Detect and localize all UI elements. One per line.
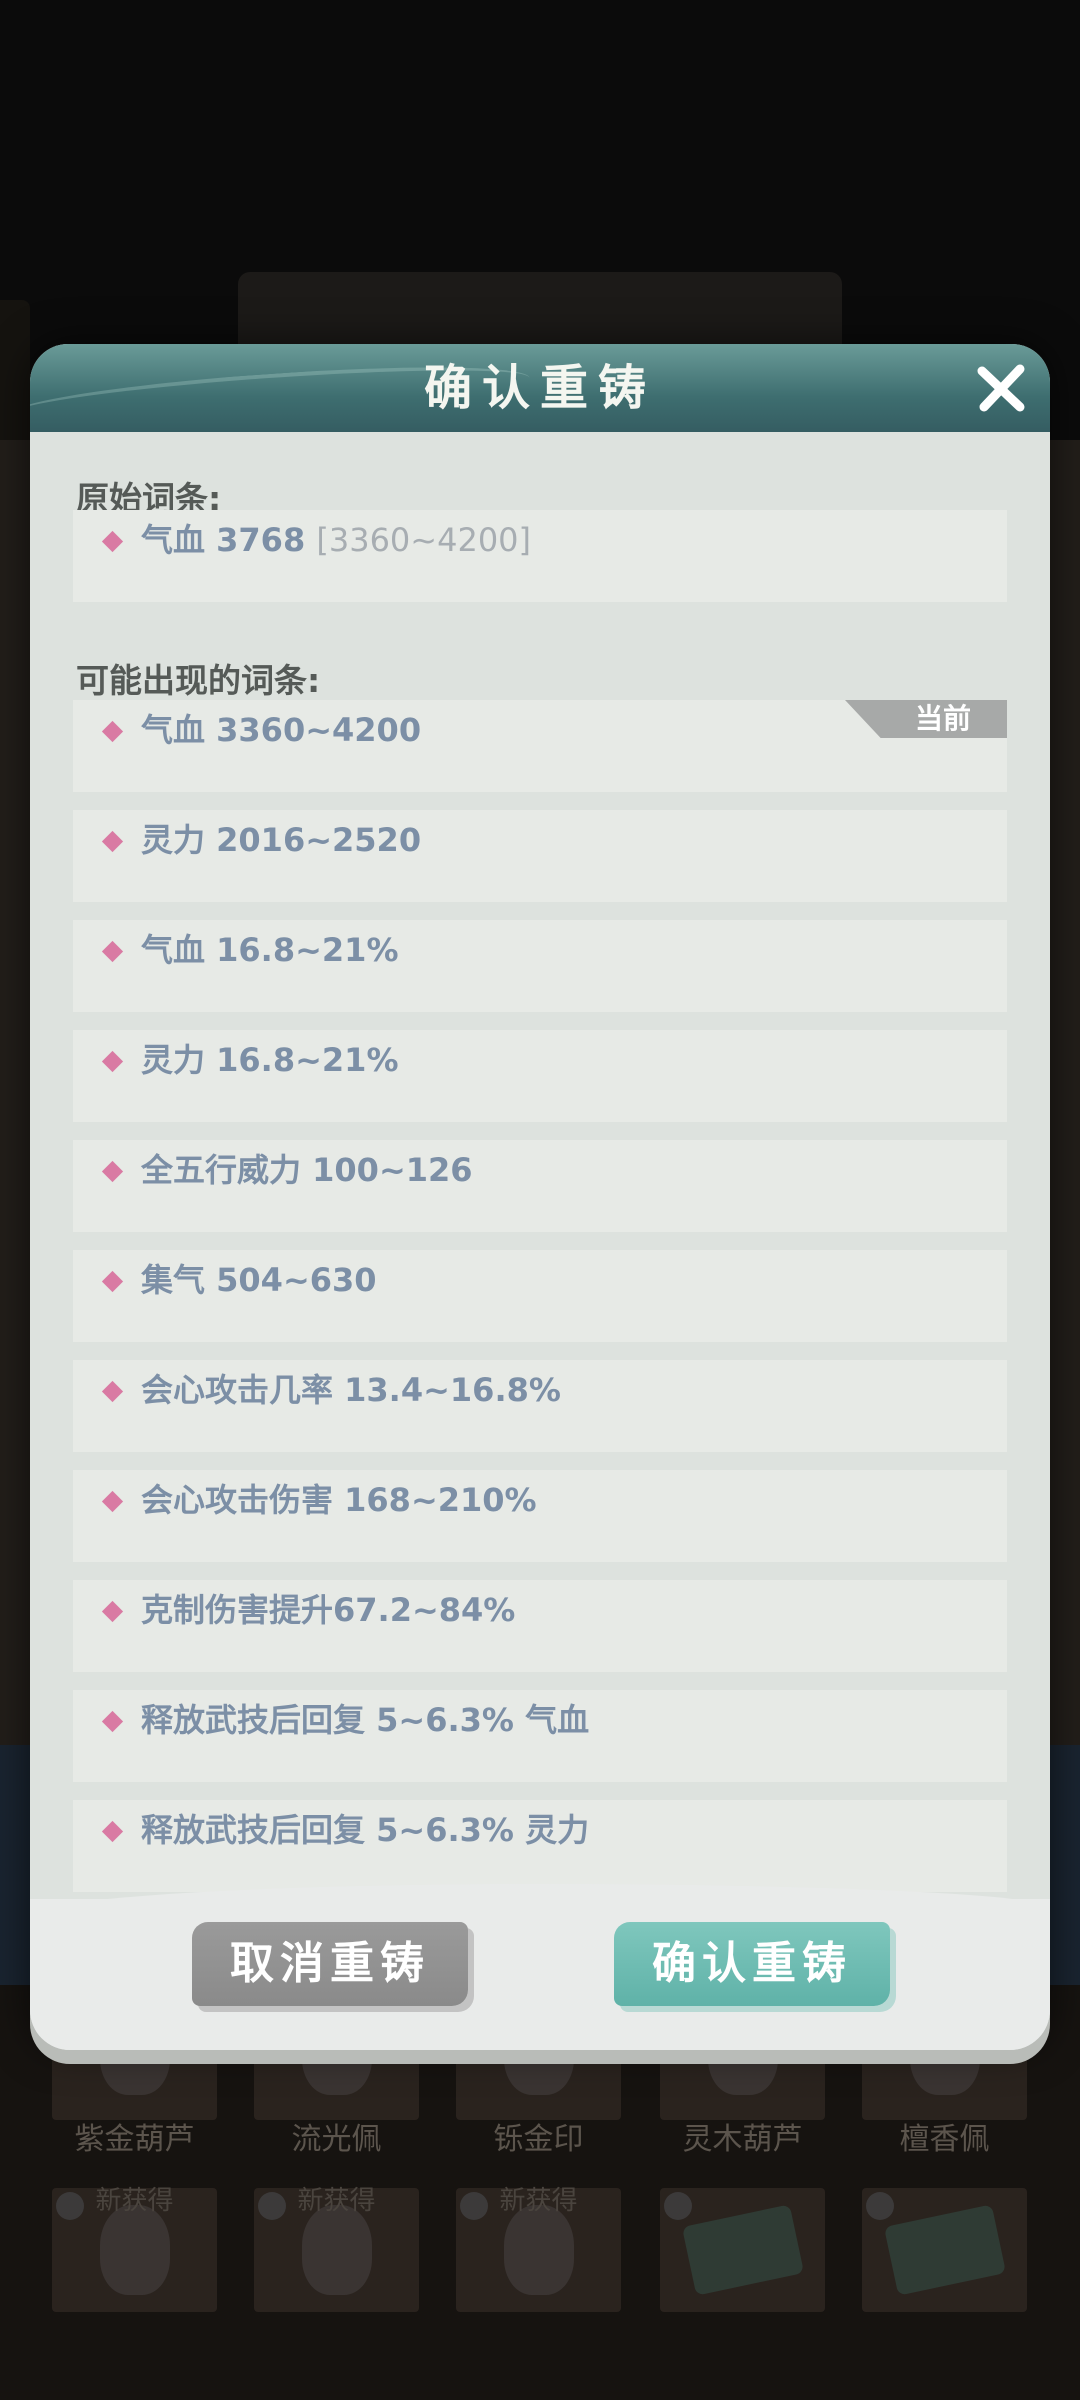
possible-stat-row: 会心攻击几率 13.4~16.8%	[73, 1360, 1007, 1452]
possible-stat-text: 全五行威力 100~126	[141, 1151, 473, 1189]
possible-stat-text: 灵力 16.8~21%	[141, 1041, 399, 1079]
possible-stat-row: 灵力 2016~2520	[73, 810, 1007, 902]
current-tag: 当前	[845, 700, 1007, 738]
diamond-bullet-icon	[101, 530, 124, 553]
possible-stat-text: 气血 3360~4200	[141, 711, 422, 749]
inventory-item-name: 檀香佩	[899, 2122, 990, 2157]
possible-stat-text: 释放武技后回复 5~6.3% 气血	[141, 1701, 590, 1739]
possible-stat-row: 释放武技后回复 5~6.3% 灵力	[73, 1800, 1007, 1892]
confirm-reforge-button[interactable]: 确认重铸	[614, 1922, 890, 2006]
new-item-tag: 新获得	[297, 2186, 376, 2216]
new-item-tag: 新获得	[95, 2186, 174, 2216]
swirl-icon	[664, 2192, 692, 2220]
original-stat-row: 气血 3768 [3360~4200]	[73, 510, 1007, 602]
dialog-body: 原始词条: 气血 3768 [3360~4200] 可能出现的词条: 气血 33…	[30, 432, 1050, 1972]
possible-stat-text: 克制伤害提升67.2~84%	[141, 1591, 516, 1629]
close-icon[interactable]	[974, 361, 1028, 415]
current-tag-label: 当前	[914, 702, 971, 735]
dialog-title: 确认重铸	[423, 360, 656, 416]
possible-stat-text: 气血 16.8~21%	[141, 931, 399, 969]
possible-stat-row: 灵力 16.8~21%	[73, 1030, 1007, 1122]
possible-stats-section-title: 可能出现的词条:	[76, 661, 321, 700]
diamond-bullet-icon	[101, 830, 124, 853]
dialog-header: 确认重铸	[30, 344, 1050, 432]
dialog-footer	[30, 1899, 1050, 2050]
possible-stat-text: 集气 504~630	[141, 1261, 377, 1299]
swirl-icon	[866, 2192, 894, 2220]
possible-stat-text: 灵力 2016~2520	[141, 821, 422, 859]
possible-stat-row: 全五行威力 100~126	[73, 1140, 1007, 1232]
diamond-bullet-icon	[101, 720, 124, 743]
original-stat-text: 气血 3768 [3360~4200]	[141, 518, 531, 562]
diamond-bullet-icon	[101, 1160, 124, 1183]
inventory-item-name: 灵木葫芦	[682, 2122, 803, 2157]
original-stat-value: 气血 3768	[141, 521, 306, 559]
inventory-item-name: 紫金葫芦	[74, 2122, 195, 2157]
diamond-bullet-icon	[101, 940, 124, 963]
original-stat-range: [3360~4200]	[316, 521, 532, 559]
possible-stat-text: 会心攻击几率 13.4~16.8%	[141, 1371, 561, 1409]
possible-stat-row: 气血 3360~4200 当前	[73, 700, 1007, 792]
possible-stat-row: 释放武技后回复 5~6.3% 气血	[73, 1690, 1007, 1782]
new-item-tag: 新获得	[499, 2186, 578, 2216]
diamond-bullet-icon	[101, 1600, 124, 1623]
diamond-bullet-icon	[101, 1490, 124, 1513]
possible-stat-row: 会心攻击伤害 168~210%	[73, 1470, 1007, 1562]
inventory-item-name: 铄金印	[493, 2122, 584, 2157]
diamond-bullet-icon	[101, 1270, 124, 1293]
possible-stat-row: 集气 504~630	[73, 1250, 1007, 1342]
possible-stat-text: 会心攻击伤害 168~210%	[141, 1481, 537, 1519]
diamond-bullet-icon	[101, 1820, 124, 1843]
inventory-item-name: 流光佩	[291, 2122, 382, 2157]
possible-stat-text: 释放武技后回复 5~6.3% 灵力	[141, 1811, 590, 1849]
reforge-confirm-dialog: 确认重铸 原始词条: 气血 3768 [3360~4200] 可能出现的词条: …	[30, 344, 1050, 2050]
diamond-bullet-icon	[101, 1050, 124, 1073]
cancel-reforge-button[interactable]: 取消重铸	[192, 1922, 468, 2006]
diamond-bullet-icon	[101, 1710, 124, 1733]
possible-stat-row: 克制伤害提升67.2~84%	[73, 1580, 1007, 1672]
possible-stat-row: 气血 16.8~21%	[73, 920, 1007, 1012]
diamond-bullet-icon	[101, 1380, 124, 1403]
